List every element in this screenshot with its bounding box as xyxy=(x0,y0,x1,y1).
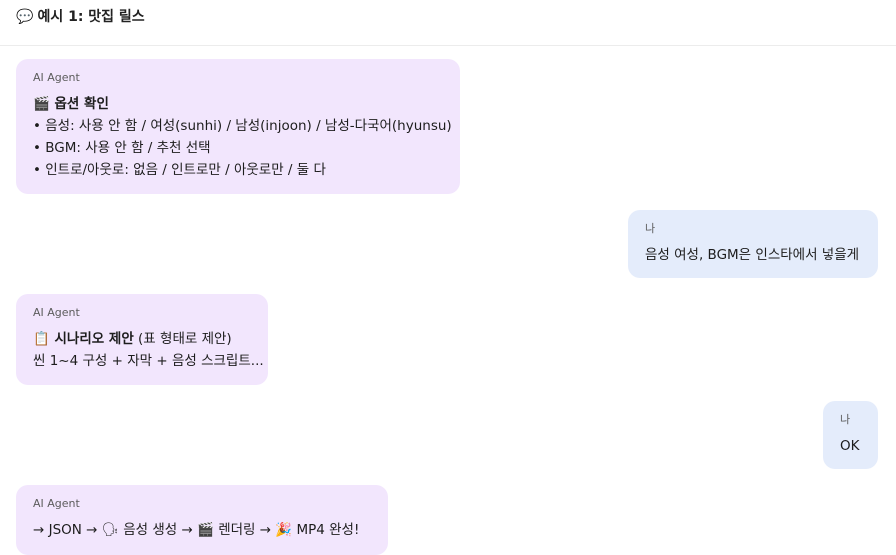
message-title: 📋 시나리오 제안 (표 형태로 제안) xyxy=(33,328,251,350)
clapperboard-icon: 🎬 xyxy=(33,96,50,112)
agent-message-options: AI Agent 🎬 옵션 확인 • 음성: 사용 안 함 / 여성(sunhi… xyxy=(16,59,460,194)
user-message-voice-choice: 나 음성 여성, BGM은 인스타에서 넣을게 xyxy=(628,210,878,278)
page-title: 💬 예시 1: 맛집 릴스 xyxy=(16,8,145,26)
clipboard-icon: 📋 xyxy=(33,331,50,347)
flow-text-done: MP4 완성! xyxy=(292,522,360,538)
party-popper-icon: 🎉 xyxy=(275,522,293,538)
speaking-head-icon: 🗣 xyxy=(101,522,119,538)
clapperboard-icon: 🎬 xyxy=(197,522,214,538)
sender-label: 나 xyxy=(645,222,656,235)
message-title-text: 옵션 확인 xyxy=(54,96,109,112)
message-text: 음성 여성, BGM은 인스타에서 넣을게 xyxy=(645,247,860,263)
flow-text-json: → JSON → xyxy=(33,522,102,538)
flow-text-render: 렌더링 → xyxy=(213,522,276,538)
option-line-intro-outro: • 인트로/아웃로: 없음 / 인트로만 / 아웃로만 / 둘 다 xyxy=(33,162,326,178)
sender-label: AI Agent xyxy=(33,71,80,84)
message-text: OK xyxy=(840,438,860,454)
sender-label: AI Agent xyxy=(33,306,80,319)
message-title-suffix: (표 형태로 제안) xyxy=(133,331,232,347)
agent-message-pipeline: AI Agent → JSON → 🗣 음성 생성 → 🎬 렌더링 → 🎉 MP… xyxy=(16,485,388,555)
flow-text-voice: 음성 생성 → xyxy=(118,522,198,538)
option-line-voice: • 음성: 사용 안 함 / 여성(sunhi) / 남성(injoon) / … xyxy=(33,118,452,134)
sender-label: 나 xyxy=(840,413,851,426)
message-text: 씬 1~4 구성 + 자막 + 음성 스크립트... xyxy=(33,353,264,369)
agent-message-scenario: AI Agent 📋 시나리오 제안 (표 형태로 제안) 씬 1~4 구성 +… xyxy=(16,294,268,385)
message-title-text: 시나리오 제안 xyxy=(54,331,134,347)
sender-label: AI Agent xyxy=(33,497,80,510)
user-message-ok: 나 OK xyxy=(823,401,878,469)
pipeline-flow: → JSON → 🗣 음성 생성 → 🎬 렌더링 → 🎉 MP4 완성! xyxy=(33,519,371,541)
message-title: 🎬 옵션 확인 xyxy=(33,93,443,115)
chat-header: 💬 예시 1: 맛집 릴스 xyxy=(0,0,896,46)
speech-bubble-icon: 💬 xyxy=(16,9,34,25)
option-line-bgm: • BGM: 사용 안 함 / 추천 선택 xyxy=(33,140,211,156)
page-title-text: 예시 1: 맛집 릴스 xyxy=(37,9,145,25)
